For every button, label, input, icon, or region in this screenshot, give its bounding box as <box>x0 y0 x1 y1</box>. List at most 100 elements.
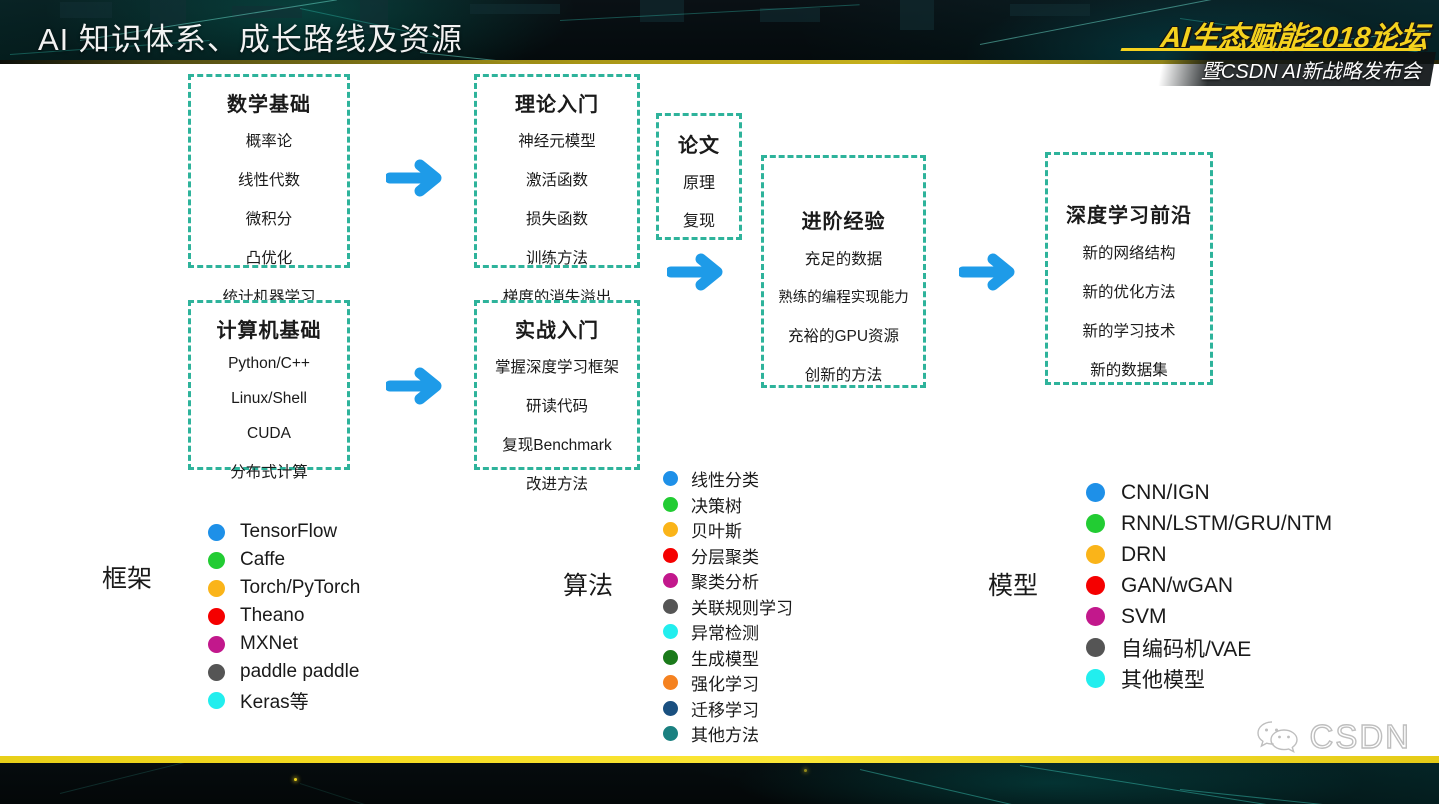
flow-box-dl-frontier: 深度学习前沿 新的网络结构 新的优化方法 新的学习技术 新的数据集 <box>1045 152 1213 385</box>
flow-box-item: Linux/Shell <box>231 390 307 407</box>
legend-item[interactable]: RNN/LSTM/GRU/NTM <box>1086 508 1332 539</box>
legend-frameworks-title: 框架 <box>102 565 153 593</box>
wechat-icon <box>1257 721 1299 753</box>
legend-item-label: paddle paddle <box>240 661 360 682</box>
flow-box-item: 熟练的编程实现能力 <box>778 290 909 306</box>
legend-algorithms-list: 线性分类 决策树 贝叶斯 分层聚类 聚类分析 关联规则学习 异常检测 生成模型 … <box>663 466 793 747</box>
legend-item-label: SVM <box>1121 604 1167 628</box>
legend-models-title: 模型 <box>988 572 1039 600</box>
legend-item[interactable]: 自编码机/VAE <box>1086 632 1332 663</box>
flow-box-title: 深度学习前沿 <box>1066 205 1192 227</box>
legend-color-dot <box>1086 483 1105 502</box>
legend-item[interactable]: 生成模型 <box>663 645 793 671</box>
legend-item[interactable]: 其他模型 <box>1086 663 1332 694</box>
legend-item-label: Torch/PyTorch <box>240 577 361 598</box>
legend-models-list: CNN/IGN RNN/LSTM/GRU/NTM DRN GAN/wGAN SV… <box>1086 477 1332 694</box>
bottom-banner <box>0 763 1439 804</box>
arrow-cs-to-practice <box>386 367 442 405</box>
event-logo-underline <box>1120 48 1422 51</box>
csdn-watermark-text: CSDN <box>1309 717 1411 755</box>
flow-box-item: 新的网络结构 <box>1082 245 1176 262</box>
flow-box-item: 训练方法 <box>525 250 588 267</box>
legend-color-dot <box>663 547 678 563</box>
legend-color-dot <box>1086 576 1105 595</box>
flow-box-item: CUDA <box>247 425 291 442</box>
legend-color-dot <box>663 700 678 716</box>
legend-item[interactable]: 关联规则学习 <box>663 594 793 620</box>
flow-box-title: 数学基础 <box>227 94 311 116</box>
legend-color-dot <box>208 663 225 681</box>
legend-item[interactable]: GAN/wGAN <box>1086 570 1332 601</box>
legend-color-dot <box>663 649 678 665</box>
event-logo-subtitle: 暨CSDN AI新战略发布会 <box>1200 61 1421 83</box>
legend-item[interactable]: Theano <box>208 602 360 630</box>
legend-item-label: 决策树 <box>691 496 742 516</box>
legend-item[interactable]: 强化学习 <box>663 670 793 696</box>
slide-root: AI 知识体系、成长路线及资源 AI生态赋能2018论坛 暨CSDN AI新战略… <box>0 0 1439 804</box>
legend-item-label: 线性分类 <box>691 471 759 491</box>
flow-box-item: 凸优化 <box>245 250 293 267</box>
flow-box-advanced-experience: 进阶经验 充足的数据 熟练的编程实现能力 充裕的GPU资源 创新的方法 <box>761 155 926 388</box>
legend-item[interactable]: 决策树 <box>663 492 793 518</box>
legend-item-label: MXNet <box>240 633 299 654</box>
legend-item-label: 其他方法 <box>691 726 759 746</box>
flow-box-item: 线性代数 <box>237 172 300 189</box>
event-logo: AI生态赋能2018论坛 暨CSDN AI新战略发布会 <box>1094 0 1439 98</box>
legend-color-dot <box>208 635 225 653</box>
legend-item[interactable]: 异常检测 <box>663 619 793 645</box>
legend-item-label: Keras等 <box>240 691 309 713</box>
legend-item[interactable]: Keras等 <box>208 686 360 714</box>
legend-item[interactable]: MXNet <box>208 630 360 658</box>
legend-item-label: DRN <box>1121 542 1167 566</box>
legend-algorithms-title: 算法 <box>563 572 614 600</box>
legend-item[interactable]: CNN/IGN <box>1086 477 1332 508</box>
flow-box-item: 新的学习技术 <box>1082 323 1176 340</box>
legend-color-dot <box>1086 669 1105 688</box>
flow-box-item: 复现 <box>682 213 715 230</box>
legend-item-label: 迁移学习 <box>691 700 759 720</box>
legend-color-dot <box>663 522 678 538</box>
legend-item-label: 聚类分析 <box>691 573 759 593</box>
legend-item-label: 异常检测 <box>691 624 759 644</box>
flow-box-title: 实战入门 <box>515 320 599 342</box>
legend-item[interactable]: 迁移学习 <box>663 696 793 722</box>
flow-box-item: 新的数据集 <box>1090 362 1168 379</box>
flow-box-item: 改进方法 <box>525 476 588 493</box>
flow-box-practice-intro: 实战入门 掌握深度学习框架 研读代码 复现Benchmark 改进方法 <box>474 300 640 493</box>
legend-item[interactable]: 分层聚类 <box>663 543 793 569</box>
legend-item[interactable]: TensorFlow <box>208 518 360 546</box>
legend-item[interactable]: 其他方法 <box>663 721 793 747</box>
event-logo-subtitle-bg: 暨CSDN AI新战略发布会 <box>1157 52 1436 86</box>
legend-color-dot <box>663 624 678 640</box>
legend-color-dot <box>663 496 678 512</box>
bottom-gold-strip <box>0 756 1439 763</box>
legend-item-label: GAN/wGAN <box>1121 573 1234 597</box>
flow-box-item: Python/C++ <box>228 355 310 372</box>
flow-box-paper: 论文 原理 复现 <box>656 113 742 240</box>
legend-item[interactable]: Caffe <box>208 546 360 574</box>
legend-item[interactable]: 聚类分析 <box>663 568 793 594</box>
legend-color-dot <box>208 607 225 625</box>
legend-item[interactable]: paddle paddle <box>208 658 360 686</box>
legend-item-label: 贝叶斯 <box>691 522 742 542</box>
legend-color-dot <box>663 726 678 742</box>
legend-item[interactable]: 线性分类 <box>663 466 793 492</box>
arrow-advanced-to-frontier <box>959 253 1015 291</box>
flow-box-item: 掌握深度学习框架 <box>494 359 619 376</box>
flow-box-item: 充足的数据 <box>804 251 883 268</box>
legend-color-dot <box>1086 638 1105 657</box>
flow-box-item: 复现Benchmark <box>502 437 612 454</box>
legend-color-dot <box>208 523 225 541</box>
legend-item[interactable]: Torch/PyTorch <box>208 574 360 602</box>
legend-item[interactable]: SVM <box>1086 601 1332 632</box>
flow-box-item: 概率论 <box>245 133 293 150</box>
legend-item-label: RNN/LSTM/GRU/NTM <box>1121 511 1333 535</box>
legend-color-dot <box>1086 514 1105 533</box>
legend-item-label: 生成模型 <box>691 649 759 669</box>
arrow-math-to-theory <box>386 159 442 197</box>
legend-color-dot <box>208 691 225 709</box>
legend-color-dot <box>1086 607 1105 626</box>
page-title: AI 知识体系、成长路线及资源 <box>38 22 463 57</box>
legend-item[interactable]: 贝叶斯 <box>663 517 793 543</box>
legend-item[interactable]: DRN <box>1086 539 1332 570</box>
